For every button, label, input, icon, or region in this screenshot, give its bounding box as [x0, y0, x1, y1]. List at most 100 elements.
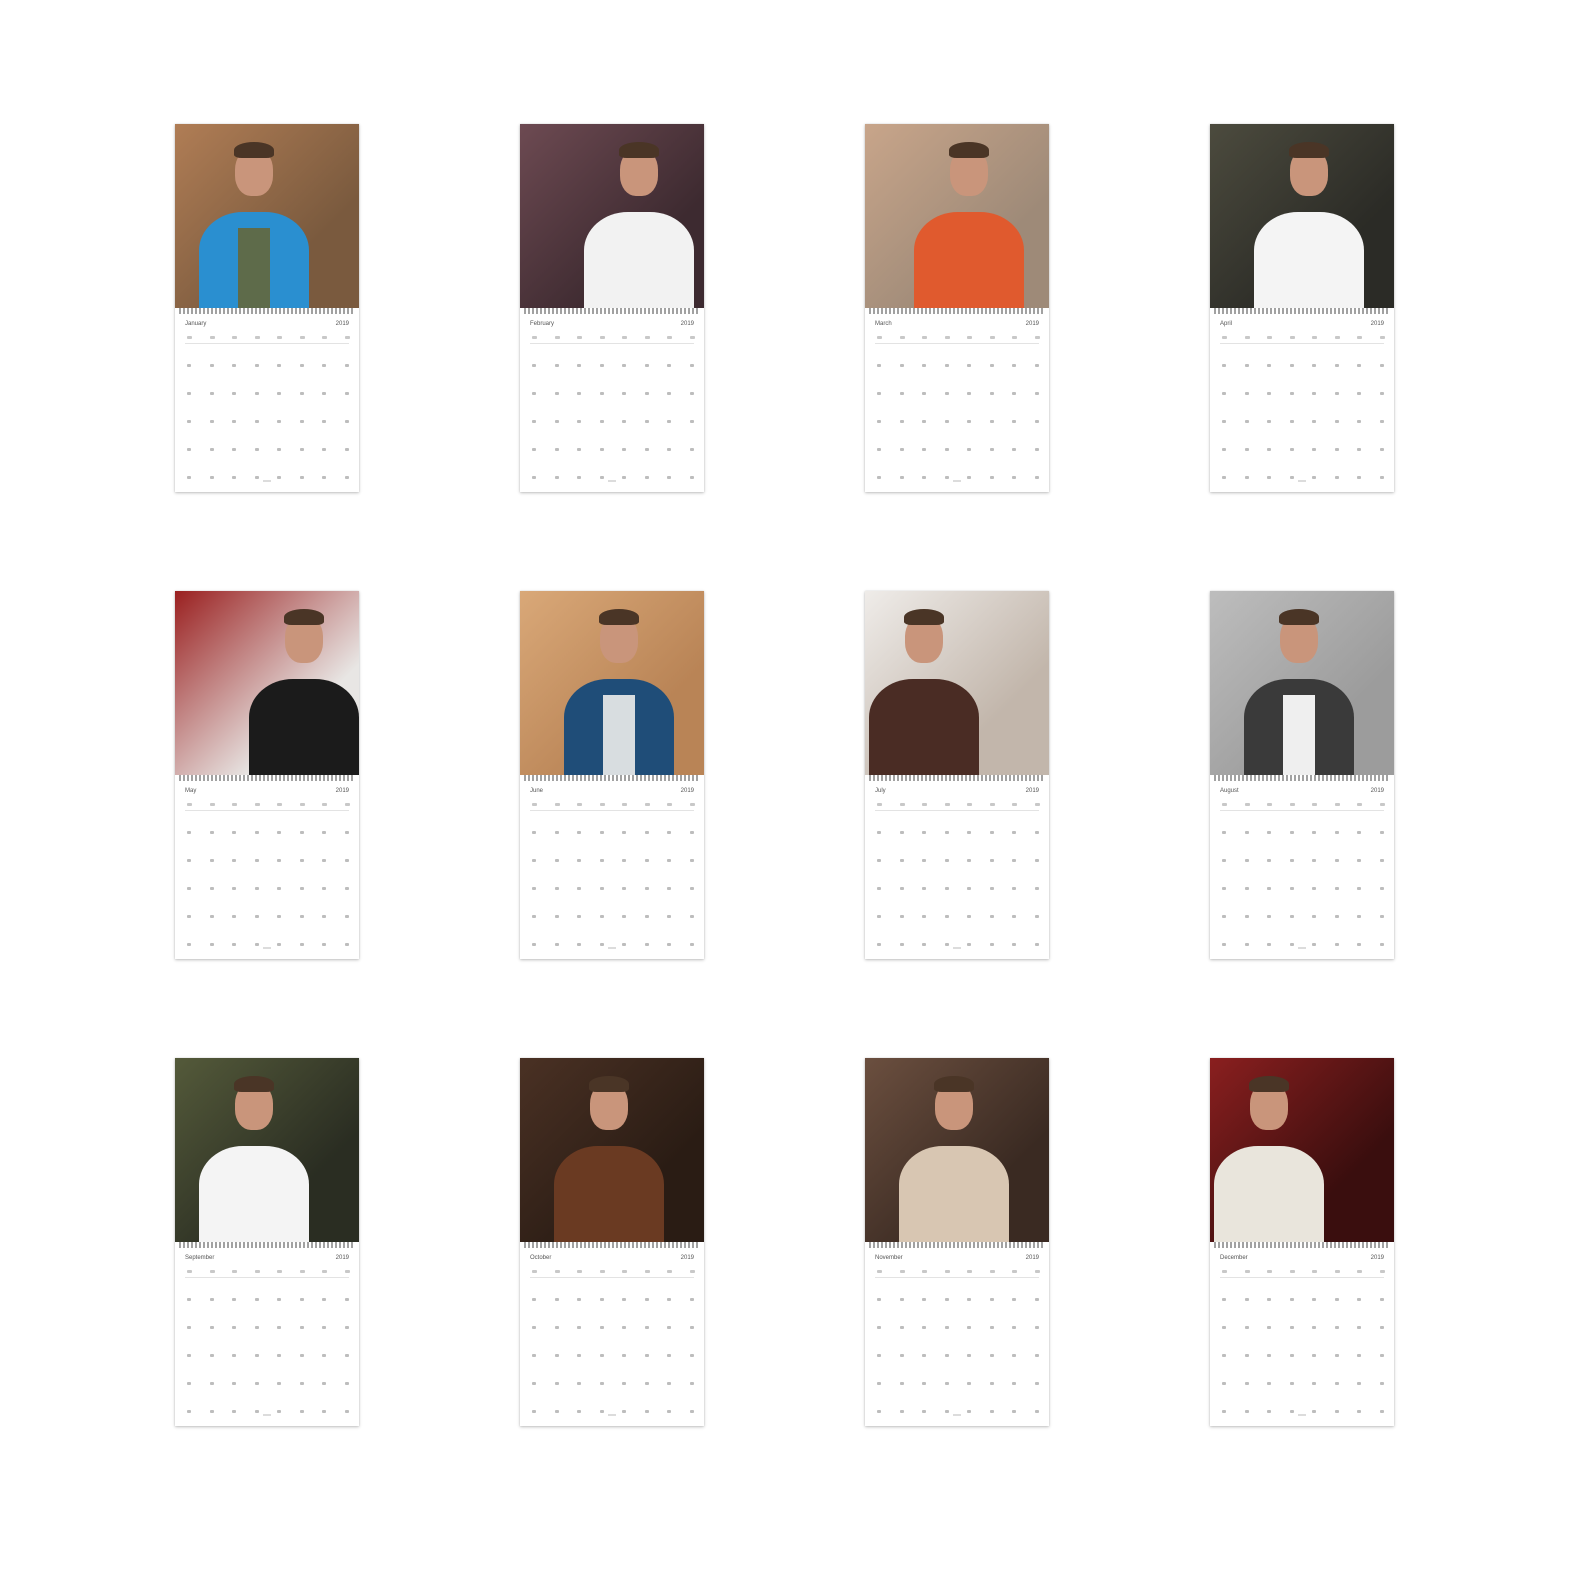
calendar-page-june[interactable]: June 2019 [520, 591, 704, 959]
day-cell [1312, 1298, 1316, 1301]
day-cell [622, 887, 626, 890]
week-row [185, 1318, 349, 1346]
day-cell [989, 420, 994, 423]
day-cell [689, 1382, 694, 1385]
person-shirt [238, 228, 270, 308]
day-cell [187, 1410, 191, 1413]
day-cell [1289, 420, 1294, 423]
day-cell [1334, 476, 1339, 479]
day-cell [989, 943, 994, 946]
month-year: 2019 [1025, 321, 1039, 327]
day-cell [554, 887, 559, 890]
calendar-page-march[interactable]: March 2019 [865, 124, 1049, 492]
calendar-page-july[interactable]: July 2019 [865, 591, 1049, 959]
month-year: 2019 [335, 321, 349, 327]
day-cell [1034, 392, 1039, 395]
day-cell [989, 915, 994, 918]
day-cell [1289, 476, 1294, 479]
weekday-header-row [1220, 802, 1385, 811]
day-cell [689, 887, 694, 890]
day-cell [667, 1326, 671, 1329]
day-cell [554, 859, 559, 862]
calendar-page-january[interactable]: January 2019 [175, 124, 359, 492]
day-cell [1012, 1298, 1016, 1301]
calendar-page-august[interactable]: August 2019 [1210, 591, 1394, 959]
weekday-label [532, 803, 537, 806]
person-hair [1249, 1076, 1289, 1092]
day-cell [1312, 1410, 1316, 1413]
calendar-photo [1210, 591, 1394, 775]
day-cell [577, 1298, 581, 1301]
person-hair [904, 609, 944, 625]
day-cell [299, 448, 304, 451]
day-cell [1244, 476, 1249, 479]
calendar-page-november[interactable]: November 2019 [865, 1058, 1049, 1426]
day-cell [187, 887, 191, 890]
person-shirt [908, 695, 940, 775]
calendar-page-february[interactable]: February 2019 [520, 124, 704, 492]
day-cell [899, 831, 904, 834]
calendar-page-september[interactable]: September 2019 [175, 1058, 359, 1426]
week-row [875, 440, 1039, 468]
day-cell [1012, 448, 1016, 451]
day-cell [187, 915, 191, 918]
day-cell [1357, 831, 1361, 834]
day-cell [1379, 1298, 1384, 1301]
day-cell [1244, 1354, 1249, 1357]
day-cell [877, 859, 881, 862]
page-footer-mark [1298, 1414, 1306, 1416]
page-footer-mark [953, 947, 961, 949]
weekday-label [1289, 336, 1295, 339]
day-cell [599, 859, 604, 862]
calendar-page-april[interactable]: April 2019 [1210, 124, 1394, 492]
calendar-page-may[interactable]: May 2019 [175, 591, 359, 959]
day-cell [209, 448, 214, 451]
calendar-page-october[interactable]: October 2019 [520, 1058, 704, 1426]
week-row [875, 1290, 1039, 1318]
weekday-label [944, 803, 950, 806]
day-cell [577, 831, 581, 834]
calendar-preview-grid: January 2019 February 2019 March 2019 April 201… [0, 0, 1588, 1588]
day-cell [1267, 915, 1271, 918]
day-cell [577, 915, 581, 918]
day-cell [989, 364, 994, 367]
day-cell [1289, 1326, 1294, 1329]
day-cell [622, 476, 626, 479]
month-name: October [530, 1255, 552, 1261]
month-grid [875, 356, 1039, 496]
weekday-label [1289, 803, 1295, 806]
month-grid [185, 356, 349, 496]
day-cell [644, 915, 649, 918]
day-cell [1034, 859, 1039, 862]
day-cell [299, 1410, 304, 1413]
day-cell [667, 831, 671, 834]
day-cell [1334, 364, 1339, 367]
day-cell [299, 1382, 304, 1385]
day-cell [344, 364, 349, 367]
weekday-label [1312, 336, 1317, 339]
weekday-label [1012, 803, 1017, 806]
day-cell [1379, 476, 1384, 479]
calendar-page-december[interactable]: December 2019 [1210, 1058, 1394, 1426]
person-hair [1279, 609, 1319, 625]
day-cell [1267, 1382, 1271, 1385]
weekday-label [877, 1270, 882, 1273]
day-cell [622, 1298, 626, 1301]
weekday-label [299, 1270, 305, 1273]
week-row [185, 384, 349, 412]
day-cell [667, 1354, 671, 1357]
day-cell [599, 420, 604, 423]
day-cell [577, 1410, 581, 1413]
weekday-header-row [185, 335, 350, 344]
weekday-label [554, 803, 560, 806]
day-cell [1244, 364, 1249, 367]
day-cell [554, 1354, 559, 1357]
week-row [530, 1318, 694, 1346]
day-cell [667, 476, 671, 479]
day-cell [1357, 943, 1361, 946]
day-cell [299, 831, 304, 834]
day-cell [1379, 943, 1384, 946]
day-cell [877, 1326, 881, 1329]
day-cell [599, 1410, 604, 1413]
weekday-label [277, 1270, 282, 1273]
